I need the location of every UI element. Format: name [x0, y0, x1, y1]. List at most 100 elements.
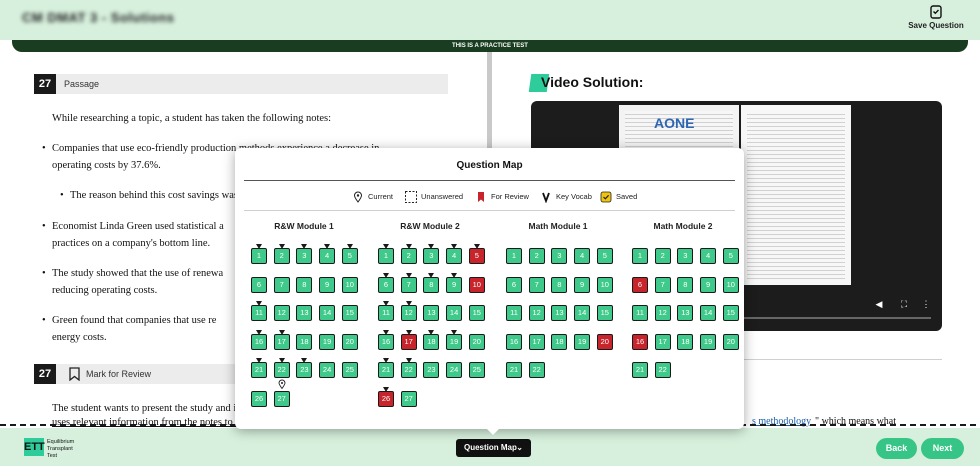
question-cell[interactable]: 24 [446, 362, 463, 378]
question-cell[interactable]: 21 [506, 362, 522, 378]
question-cell[interactable]: 10 [468, 276, 485, 293]
question-cell[interactable]: 8 [551, 276, 568, 293]
mark-for-review-button[interactable]: Mark for Review [86, 364, 151, 384]
question-cell[interactable]: 14 [446, 305, 463, 321]
question-cell[interactable]: 1 [506, 248, 522, 264]
question-cell[interactable]: 3 [296, 244, 313, 264]
question-cell[interactable]: 22 [273, 358, 290, 378]
question-cell[interactable]: 12 [273, 305, 290, 321]
question-cell[interactable]: 4 [574, 248, 591, 264]
question-cell[interactable]: 10 [341, 276, 358, 293]
question-cell[interactable]: 19 [700, 333, 717, 350]
question-cell[interactable]: 7 [273, 276, 290, 293]
question-cell[interactable]: 5 [468, 244, 485, 264]
question-cell[interactable]: 9 [319, 276, 336, 293]
question-cell[interactable]: 25 [341, 362, 358, 378]
question-cell[interactable]: 26 [378, 386, 394, 407]
question-cell[interactable]: 5 [596, 248, 613, 264]
question-cell[interactable]: 21 [378, 358, 394, 378]
question-cell[interactable]: 12 [528, 305, 545, 321]
question-cell[interactable]: 23 [296, 358, 313, 378]
question-cell[interactable]: 13 [677, 305, 694, 321]
question-cell[interactable]: 2 [654, 248, 671, 264]
question-cell[interactable]: 6 [378, 272, 394, 293]
question-cell[interactable]: 5 [341, 244, 358, 264]
question-cell[interactable]: 12 [654, 305, 671, 321]
question-cell[interactable]: 15 [722, 305, 739, 321]
question-cell[interactable]: 6 [251, 276, 267, 293]
question-cell[interactable]: 3 [423, 244, 440, 264]
question-cell[interactable]: 2 [528, 248, 545, 264]
volume-icon[interactable]: ◀ [874, 299, 884, 309]
question-cell[interactable]: 16 [506, 333, 522, 350]
question-cell[interactable]: 25 [468, 362, 485, 378]
question-cell[interactable]: 17 [273, 329, 290, 350]
next-button[interactable]: Next [921, 438, 964, 459]
back-button[interactable]: Back [876, 438, 917, 459]
question-cell[interactable]: 19 [319, 333, 336, 350]
question-cell[interactable]: 18 [423, 329, 440, 350]
question-cell[interactable]: 20 [468, 333, 485, 350]
question-cell[interactable]: 9 [446, 272, 463, 293]
question-cell[interactable]: 26 [251, 390, 267, 407]
question-cell[interactable]: 15 [596, 305, 613, 321]
question-cell[interactable]: 22 [400, 358, 417, 378]
question-map-button[interactable]: Question Map ⌄ [456, 439, 531, 457]
bookmark-icon[interactable] [69, 367, 80, 381]
question-cell[interactable]: 21 [251, 358, 267, 378]
question-cell[interactable]: 20 [596, 333, 613, 350]
question-cell[interactable]: 18 [551, 333, 568, 350]
question-cell[interactable]: 17 [400, 329, 417, 350]
question-cell[interactable]: 6 [506, 276, 522, 293]
question-cell[interactable]: 22 [654, 362, 671, 378]
question-cell[interactable]: 15 [341, 305, 358, 321]
question-cell[interactable]: 18 [677, 333, 694, 350]
question-cell[interactable]: 11 [506, 305, 522, 321]
question-cell[interactable]: 11 [251, 301, 267, 321]
question-cell[interactable]: 1 [251, 244, 267, 264]
question-cell[interactable]: 10 [596, 276, 613, 293]
question-cell[interactable]: 17 [528, 333, 545, 350]
question-cell[interactable]: 15 [468, 305, 485, 321]
question-cell[interactable]: 13 [551, 305, 568, 321]
question-cell[interactable]: 12 [400, 301, 417, 321]
question-cell[interactable]: 9 [574, 276, 591, 293]
question-cell[interactable]: 9 [700, 276, 717, 293]
question-cell[interactable]: 16 [632, 333, 648, 350]
question-cell[interactable]: 8 [423, 272, 440, 293]
question-cell[interactable]: 10 [722, 276, 739, 293]
question-cell[interactable]: 27 [273, 390, 290, 407]
question-cell[interactable]: 3 [677, 248, 694, 264]
question-cell[interactable]: 14 [700, 305, 717, 321]
question-cell[interactable]: 1 [632, 248, 648, 264]
question-cell[interactable]: 11 [378, 301, 394, 321]
question-cell[interactable]: 4 [700, 248, 717, 264]
question-cell[interactable]: 14 [319, 305, 336, 321]
question-cell[interactable]: 18 [296, 333, 313, 350]
question-cell[interactable]: 11 [632, 305, 648, 321]
question-cell[interactable]: 19 [574, 333, 591, 350]
question-cell[interactable]: 5 [722, 248, 739, 264]
question-cell[interactable]: 27 [400, 390, 417, 407]
fullscreen-icon[interactable]: ⛶ [899, 299, 909, 309]
question-cell[interactable]: 16 [251, 329, 267, 350]
more-options-icon[interactable]: ⋮ [921, 299, 931, 309]
save-question-button[interactable]: Save Question [906, 5, 966, 30]
question-cell[interactable]: 19 [446, 329, 463, 350]
question-cell[interactable]: 8 [677, 276, 694, 293]
question-cell[interactable]: 20 [722, 333, 739, 350]
question-cell[interactable]: 20 [341, 333, 358, 350]
question-cell[interactable]: 13 [423, 305, 440, 321]
question-cell[interactable]: 7 [528, 276, 545, 293]
question-cell[interactable]: 14 [574, 305, 591, 321]
question-cell[interactable]: 23 [423, 362, 440, 378]
question-cell[interactable]: 7 [654, 276, 671, 293]
question-cell[interactable]: 21 [632, 362, 648, 378]
question-cell[interactable]: 2 [273, 244, 290, 264]
question-cell[interactable]: 7 [400, 272, 417, 293]
question-cell[interactable]: 3 [551, 248, 568, 264]
question-cell[interactable]: 4 [319, 244, 336, 264]
question-cell[interactable]: 13 [296, 305, 313, 321]
question-cell[interactable]: 16 [378, 329, 394, 350]
question-cell[interactable]: 17 [654, 333, 671, 350]
